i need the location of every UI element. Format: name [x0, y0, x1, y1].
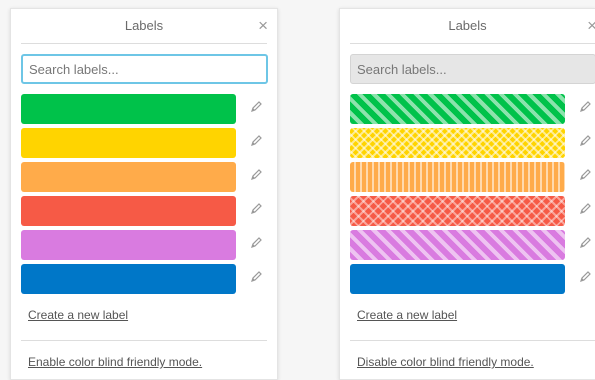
- close-icon[interactable]: ×: [258, 9, 268, 43]
- label-row: [21, 162, 277, 192]
- color-blind-mode-toggle-link[interactable]: Enable color blind friendly mode.: [28, 355, 202, 369]
- label-color-swatch[interactable]: [350, 230, 565, 260]
- label-color-swatch[interactable]: [21, 162, 236, 192]
- create-label-link[interactable]: Create a new label: [28, 308, 128, 322]
- edit-pencil-icon[interactable]: [578, 202, 592, 216]
- edit-pencil-icon[interactable]: [249, 168, 263, 182]
- label-color-swatch[interactable]: [21, 264, 236, 294]
- edit-pencil-icon[interactable]: [249, 100, 263, 114]
- label-color-swatch[interactable]: [350, 162, 565, 192]
- edit-pencil-icon[interactable]: [578, 236, 592, 250]
- label-row: [21, 230, 277, 260]
- label-color-swatch[interactable]: [350, 196, 565, 226]
- label-row: [21, 196, 277, 226]
- label-row: [21, 94, 277, 124]
- label-color-swatch[interactable]: [350, 94, 565, 124]
- close-icon[interactable]: ×: [587, 9, 595, 43]
- label-row: [21, 264, 277, 294]
- edit-pencil-icon[interactable]: [249, 202, 263, 216]
- footer-divider: [350, 340, 595, 341]
- panel-title: Labels: [448, 18, 487, 33]
- edit-pencil-icon[interactable]: [578, 168, 592, 182]
- footer-divider: [21, 340, 267, 341]
- label-row: [350, 264, 595, 294]
- edit-pencil-icon[interactable]: [249, 134, 263, 148]
- labels-panel-color-blind: Labels × Create a new label Disable colo…: [339, 8, 595, 380]
- label-color-swatch[interactable]: [21, 230, 236, 260]
- label-row: [350, 162, 595, 192]
- create-label-link[interactable]: Create a new label: [357, 308, 457, 322]
- labels-panel-normal: Labels × Create a new label Enable color…: [10, 8, 278, 380]
- header-divider: [350, 43, 595, 44]
- edit-pencil-icon[interactable]: [578, 270, 592, 284]
- panel-header: Labels ×: [340, 9, 595, 43]
- header-divider: [21, 43, 267, 44]
- label-row: [350, 128, 595, 158]
- label-color-swatch[interactable]: [21, 128, 236, 158]
- label-list: [21, 94, 277, 294]
- color-blind-mode-toggle-link[interactable]: Disable color blind friendly mode.: [357, 355, 534, 369]
- search-labels-input[interactable]: [21, 54, 268, 84]
- label-color-swatch[interactable]: [21, 94, 236, 124]
- search-labels-input[interactable]: [350, 54, 595, 84]
- label-row: [350, 230, 595, 260]
- label-row: [350, 196, 595, 226]
- label-list: [350, 94, 595, 294]
- label-color-swatch[interactable]: [21, 196, 236, 226]
- edit-pencil-icon[interactable]: [578, 134, 592, 148]
- label-row: [21, 128, 277, 158]
- label-color-swatch[interactable]: [350, 264, 565, 294]
- label-color-swatch[interactable]: [350, 128, 565, 158]
- panel-header: Labels ×: [11, 9, 277, 43]
- edit-pencil-icon[interactable]: [249, 236, 263, 250]
- edit-pencil-icon[interactable]: [578, 100, 592, 114]
- panel-title: Labels: [124, 18, 164, 33]
- label-row: [350, 94, 595, 124]
- edit-pencil-icon[interactable]: [249, 270, 263, 284]
